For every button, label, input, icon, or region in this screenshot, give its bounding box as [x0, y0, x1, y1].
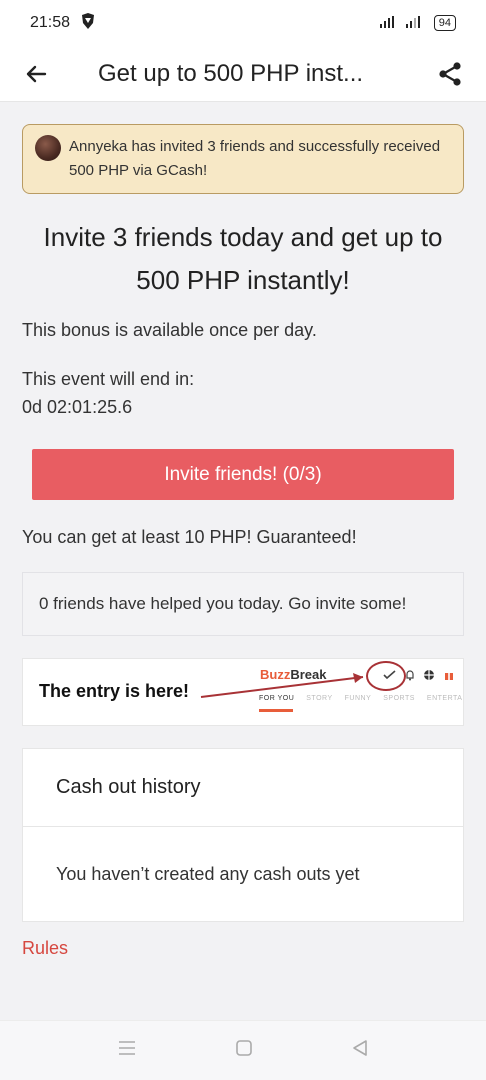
- cashout-empty-text: You haven’t created any cash outs yet: [56, 863, 360, 884]
- mini-tab-underline: [259, 709, 293, 712]
- invite-friends-button[interactable]: Invite friends! (0/3): [32, 449, 454, 500]
- rules-link[interactable]: Rules: [22, 938, 464, 959]
- cashout-title: Cash out history: [23, 749, 463, 827]
- buzzbreak-logo: BuzzBreak: [260, 667, 326, 682]
- highlight-circle: [366, 661, 406, 691]
- battery-icon: 94: [433, 15, 456, 31]
- back-arrow-icon[interactable]: [18, 56, 54, 92]
- bonus-text: This bonus is available once per day.: [22, 320, 317, 340]
- event-end-block: This event will end in: 0d 02:01:25.6: [22, 365, 464, 421]
- system-nav-bar: [0, 1020, 486, 1080]
- status-bar: 21:58 94: [0, 0, 486, 46]
- event-end-label: This event will end in:: [22, 369, 195, 389]
- helped-text: 0 friends have helped you today. Go invi…: [39, 594, 407, 613]
- back-icon[interactable]: [351, 1039, 369, 1062]
- page-title: Get up to 500 PHP inst...: [98, 59, 364, 87]
- banner-text: Annyeka has invited 3 friends and succes…: [69, 138, 441, 179]
- success-banner: Annyeka has invited 3 friends and succes…: [22, 124, 464, 194]
- mini-tab: ENTERTA: [426, 695, 463, 702]
- wheel-icon: [423, 669, 435, 684]
- avatar: [35, 135, 61, 161]
- app-bar: Get up to 500 PHP inst...: [0, 46, 486, 102]
- brave-shield-icon: [80, 12, 96, 35]
- menu-icon[interactable]: [117, 1040, 137, 1061]
- share-icon[interactable]: [432, 56, 468, 92]
- headline: Invite 3 friends today and get up to 500…: [43, 222, 443, 295]
- signal-icon: [378, 15, 426, 32]
- status-time: 21:58: [30, 14, 71, 31]
- entry-text: The entry is here!: [39, 681, 190, 701]
- logo-part-break: Break: [290, 667, 327, 682]
- gift-icon: [443, 669, 455, 684]
- helped-status-card: 0 friends have helped you today. Go invi…: [22, 572, 464, 636]
- home-icon[interactable]: [235, 1039, 253, 1062]
- mini-tab: FUNNY: [344, 695, 372, 702]
- mini-tab: STORY: [306, 695, 333, 702]
- main-content: Annyeka has invited 3 friends and succes…: [0, 102, 486, 959]
- battery-level: 94: [438, 16, 451, 29]
- entry-hint-card: The entry is here! BuzzBreak FOR YOU STO…: [22, 658, 464, 726]
- mini-tab-strip: FOR YOU STORY FUNNY SPORTS ENTERTA: [259, 695, 462, 702]
- guarantee-text: You can get at least 10 PHP! Guaranteed!: [22, 527, 357, 547]
- logo-part-buzz: Buzz: [260, 667, 291, 682]
- mini-tab: SPORTS: [383, 695, 415, 702]
- bell-icon: [405, 669, 415, 684]
- mini-tab: FOR YOU: [259, 695, 295, 702]
- countdown-timer: 0d 02:01:25.6: [22, 397, 133, 417]
- cashout-history-card: Cash out history You haven’t created any…: [22, 748, 464, 922]
